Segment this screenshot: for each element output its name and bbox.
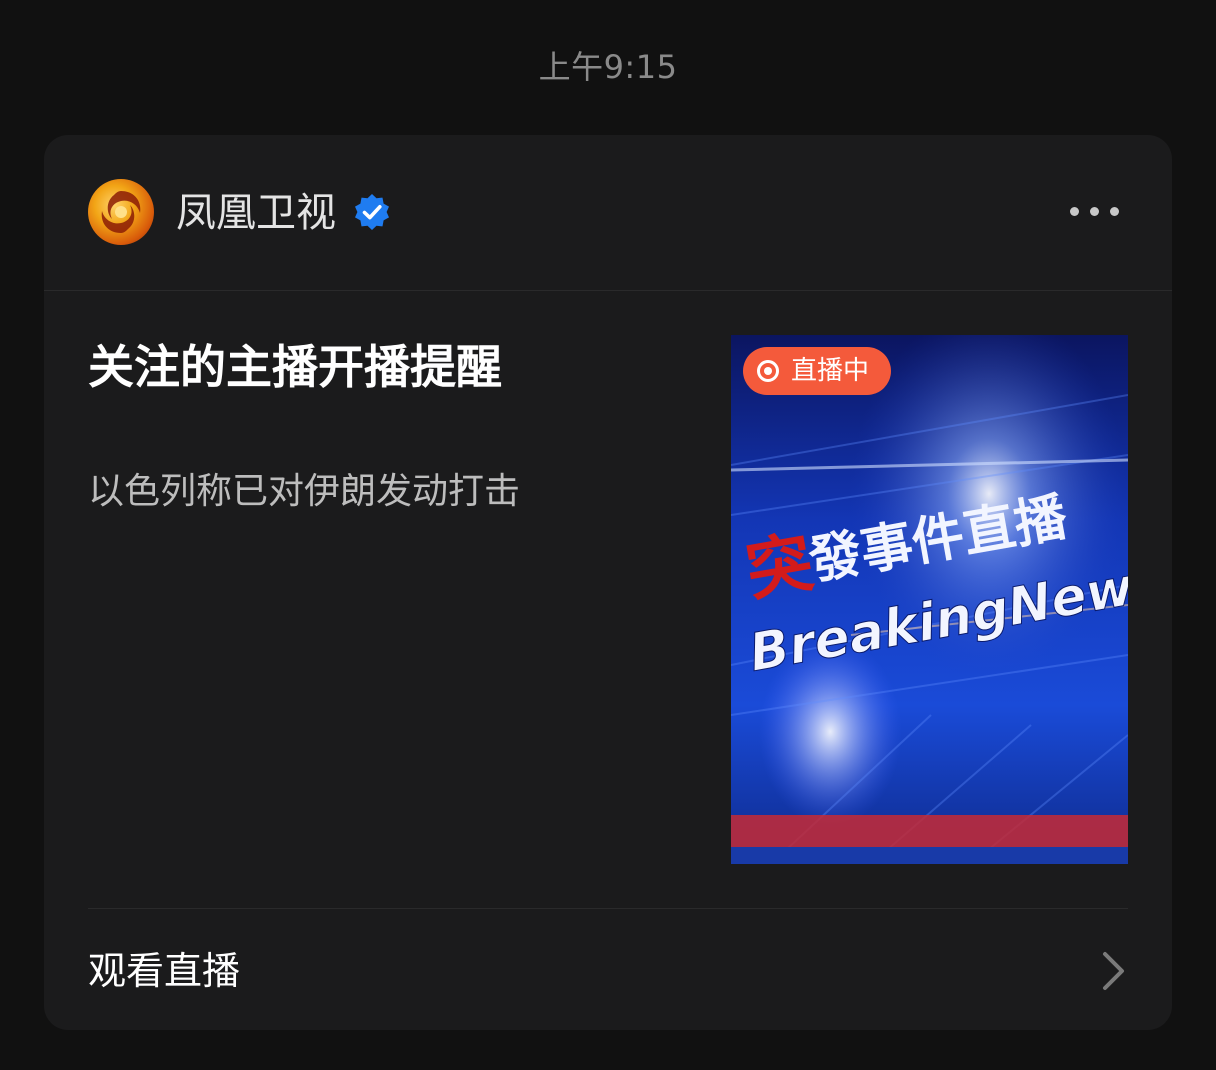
breaking-news-graphic: 突 發事件直播 BreakingNews xyxy=(731,335,1128,864)
live-badge-label: 直播中 xyxy=(791,356,870,386)
more-dot-icon xyxy=(1090,207,1099,216)
verified-badge-icon xyxy=(355,194,389,230)
notification-time: 上午9:15 xyxy=(538,48,678,86)
chevron-right-icon xyxy=(1103,952,1124,990)
more-dot-icon xyxy=(1070,207,1079,216)
live-thumbnail[interactable]: 突 發事件直播 BreakingNews 直播中 xyxy=(731,335,1128,864)
watch-live-button[interactable]: 观看直播 xyxy=(88,908,1128,1030)
phoenix-logo-icon[interactable] xyxy=(88,179,154,245)
live-record-icon xyxy=(757,360,779,382)
notification-message: 以色列称已对伊朗发动打击 xyxy=(88,471,521,512)
more-options-button[interactable] xyxy=(1058,191,1119,231)
watch-live-label: 观看直播 xyxy=(88,949,241,993)
account-name[interactable]: 凤凰卫视 xyxy=(176,187,336,239)
notification-title: 关注的主播开播提醒 xyxy=(88,340,502,394)
live-badge: 直播中 xyxy=(743,347,892,395)
notification-card[interactable]: 凤凰卫视 关注的主播开播提醒 以色列称已对伊朗发动打击 突 發事件直播 Brea… xyxy=(44,135,1172,1030)
notification-header: 凤凰卫视 xyxy=(44,135,1172,291)
more-dot-icon xyxy=(1110,207,1119,216)
